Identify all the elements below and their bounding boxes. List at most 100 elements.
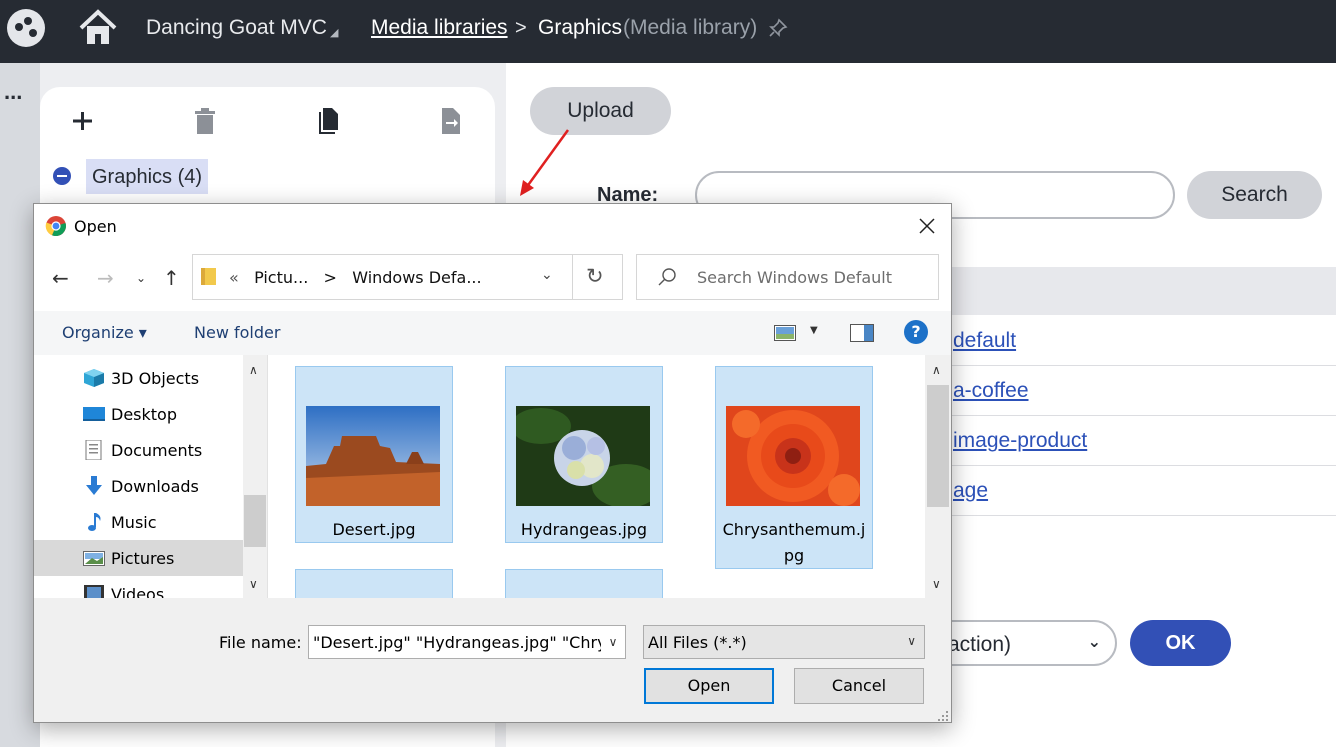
home-icon[interactable] (78, 8, 118, 48)
chevron-down-icon[interactable]: ∨ (601, 626, 625, 658)
search-icon (658, 268, 676, 286)
page-title: Graphics (538, 16, 623, 39)
scrollbar-thumb[interactable] (244, 495, 266, 547)
file-link[interactable]: image-product (953, 429, 1087, 453)
nav-item-downloads[interactable]: Downloads (34, 468, 243, 504)
dialog-search-input[interactable]: Search Windows Default (636, 254, 939, 300)
folder-icon (201, 268, 216, 285)
close-icon[interactable] (917, 216, 937, 236)
scroll-up-icon[interactable]: ∧ (932, 363, 941, 377)
address-bar[interactable]: « Pictu... > Windows Defa... ⌄ ↻ (192, 254, 623, 300)
scroll-down-icon[interactable]: ∨ (932, 577, 941, 591)
add-folder-icon[interactable] (70, 106, 96, 136)
file-tile-desert[interactable]: Desert.jpg (295, 366, 453, 543)
file-name-line2: pg (783, 546, 805, 565)
scroll-down-icon[interactable]: ∨ (249, 577, 258, 591)
address-separator: > (323, 268, 337, 287)
recent-locations-icon[interactable]: ⌄ (136, 271, 146, 285)
nav-pane-scrollbar[interactable]: ∧ ∨ (243, 355, 267, 598)
file-name: Chrysanthemum.j pg (716, 517, 872, 569)
chrome-icon (45, 216, 66, 237)
address-part-pictures[interactable]: Pictu... (254, 268, 308, 287)
back-arrow-icon[interactable]: ← (52, 266, 69, 290)
forward-arrow-icon[interactable]: → (97, 266, 114, 290)
music-icon (88, 513, 101, 531)
annotation-arrow (520, 129, 570, 196)
move-folder-icon[interactable] (438, 106, 464, 136)
3d-objects-icon (84, 369, 104, 387)
nav-item-label: Downloads (111, 477, 199, 496)
pin-icon[interactable] (768, 18, 788, 38)
address-part-windows-default[interactable]: Windows Defa... (352, 268, 481, 287)
nav-item-label: Documents (111, 441, 203, 460)
help-icon[interactable]: ? (904, 320, 928, 344)
file-tile-chrysanthemum[interactable]: Chrysanthemum.j pg (715, 366, 873, 569)
view-options-caret-icon[interactable]: ▼ (810, 325, 818, 336)
nav-item-label: Pictures (111, 549, 175, 568)
refresh-icon[interactable]: ↻ (586, 264, 604, 288)
up-arrow-icon[interactable]: ↑ (163, 266, 180, 290)
dialog-footer: File name: "Desert.jpg" "Hydrangeas.jpg"… (34, 598, 951, 722)
file-link[interactable]: default (953, 329, 1016, 353)
nav-item-label: Desktop (111, 405, 177, 424)
nav-item-pictures[interactable]: Pictures (34, 540, 243, 576)
nav-item-desktop[interactable]: Desktop (34, 396, 243, 432)
cancel-button[interactable]: Cancel (794, 668, 924, 704)
scrollbar-thumb[interactable] (927, 385, 949, 507)
breadcrumb-media-libraries[interactable]: Media libraries (371, 16, 508, 40)
nav-item-label: 3D Objects (111, 369, 200, 388)
site-caret-icon[interactable]: ◢ (330, 26, 338, 39)
change-view-icon[interactable] (774, 325, 796, 341)
scroll-up-icon[interactable]: ∧ (249, 363, 258, 377)
file-link[interactable]: a-coffee (953, 379, 1029, 403)
downloads-icon (86, 476, 102, 495)
organize-menu[interactable]: Organize ▾ (62, 323, 147, 342)
app-logo-icon[interactable] (7, 9, 45, 47)
dialog-search-placeholder: Search Windows Default (697, 268, 893, 287)
file-name-line1: Chrysanthemum.j (722, 520, 866, 539)
dialog-toolbar: Organize ▾ New folder ▼ ? (34, 311, 951, 355)
breadcrumb-separator: > (515, 17, 527, 39)
copy-folder-icon[interactable] (315, 106, 341, 136)
file-grid-scrollbar[interactable]: ∧ ∨ (925, 355, 951, 598)
address-prefix: « (229, 268, 239, 287)
videos-icon (84, 585, 104, 598)
dialog-title: Open (74, 217, 117, 236)
nav-item-label: Videos (111, 585, 165, 598)
hydrangeas-thumbnail (516, 406, 650, 506)
nav-item-3d-objects[interactable]: 3D Objects (34, 360, 243, 396)
file-name-label: File name: (219, 633, 302, 652)
more-menu-icon[interactable]: ... (4, 81, 22, 103)
tree-node-graphics[interactable]: Graphics (4) (86, 159, 209, 194)
file-name: Hydrangeas.jpg (520, 520, 648, 539)
page-type: (Media library) (623, 16, 758, 39)
open-button[interactable]: Open (644, 668, 774, 704)
collapse-node-icon[interactable] (53, 167, 71, 185)
preview-pane-icon[interactable] (850, 324, 874, 342)
nav-item-videos[interactable]: Videos (34, 576, 243, 598)
nav-item-music[interactable]: Music (34, 504, 243, 540)
file-type-value: All Files (*.*) (648, 633, 747, 652)
top-bar: Dancing Goat MVC ◢ Media libraries > Gra… (0, 0, 1336, 63)
bulk-action-value: action) (948, 633, 1012, 656)
ok-button[interactable]: OK (1130, 620, 1231, 666)
chevron-down-icon: ∨ (907, 634, 916, 648)
file-link[interactable]: age (953, 479, 988, 503)
file-name-value: "Desert.jpg" "Hydrangeas.jpg" "Chry (313, 633, 607, 652)
resize-grip-icon[interactable] (937, 710, 949, 722)
address-divider (572, 255, 573, 299)
file-tile[interactable] (505, 569, 663, 598)
file-name-input[interactable]: "Desert.jpg" "Hydrangeas.jpg" "Chry ∨ (308, 625, 626, 659)
file-tile-hydrangeas[interactable]: Hydrangeas.jpg (505, 366, 663, 543)
chevron-down-icon: ⌄ (1087, 634, 1101, 651)
address-crumbs[interactable]: « Pictu... > Windows Defa... (229, 268, 482, 287)
search-button[interactable]: Search (1187, 171, 1322, 219)
address-dropdown-icon[interactable]: ⌄ (541, 267, 553, 283)
delete-folder-icon[interactable] (192, 106, 218, 136)
file-type-select[interactable]: All Files (*.*) ∨ (643, 625, 925, 659)
site-selector[interactable]: Dancing Goat MVC (146, 16, 327, 40)
nav-item-documents[interactable]: Documents (34, 432, 243, 468)
desert-thumbnail (306, 406, 440, 506)
new-folder-button[interactable]: New folder (194, 323, 280, 342)
file-tile[interactable] (295, 569, 453, 598)
